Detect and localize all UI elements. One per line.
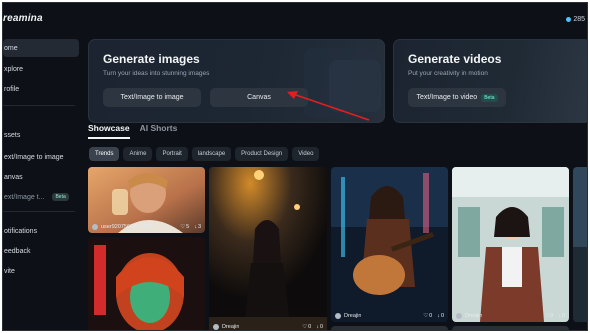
- gallery-item-user: Dreajin: [465, 313, 483, 319]
- generate-images-subtitle: Turn your ideas into stunning images: [103, 70, 210, 77]
- avatar: [456, 313, 462, 319]
- generate-videos-card: Generate videos Put your creativity in m…: [393, 39, 587, 123]
- sidebar-item-text-image-to-video[interactable]: ext/Image t... Beta: [3, 188, 79, 206]
- gallery-item-meta: Dreajin ♡ 0 ↓ 0: [213, 324, 323, 330]
- download-stat[interactable]: ↓ 0: [558, 313, 565, 319]
- download-icon: ↓: [316, 324, 319, 330]
- chip-landscape[interactable]: landscape: [191, 147, 232, 161]
- credit-icon: [566, 17, 572, 22]
- chip-product-design[interactable]: Product Design: [235, 147, 289, 161]
- chip-anime[interactable]: Anime: [123, 147, 153, 161]
- sidebar-item-explore[interactable]: xplore: [3, 60, 79, 78]
- sidebar: ome xplore rofile ssets ext/Image to ima…: [3, 33, 83, 330]
- sidebar-item-canvas[interactable]: anvas: [3, 168, 79, 186]
- gallery-item-meta: Dreajin ♡ 0 ↓ 0: [335, 313, 444, 319]
- sidebar-item-text-image-to-image[interactable]: ext/Image to image: [3, 148, 79, 166]
- app-window: reamina 285 ome xplore rofile ssets ext/…: [2, 2, 588, 331]
- credits-value: 285: [573, 16, 585, 23]
- sidebar-item-label: xplore: [4, 65, 24, 73]
- chip-portrait[interactable]: Portrait: [156, 147, 188, 161]
- heart-icon: ♡: [423, 313, 429, 319]
- generate-images-title: Generate images: [103, 52, 200, 66]
- download-stat[interactable]: ↓ 3: [194, 224, 201, 230]
- sidebar-item-label: ext/Image t...: [4, 193, 45, 201]
- sidebar-item-label: vite: [4, 267, 15, 275]
- sidebar-item-label: ssets: [4, 131, 21, 139]
- heart-icon: ♡: [544, 313, 550, 319]
- sidebar-item-label: anvas: [4, 173, 23, 181]
- download-stat[interactable]: ↓ 0: [437, 313, 444, 319]
- annotation-arrow: [287, 91, 370, 121]
- app-logo[interactable]: reamina: [3, 13, 43, 24]
- gallery-image: [209, 167, 327, 330]
- tab-ai-shorts[interactable]: AI Shorts: [140, 123, 178, 139]
- download-stat[interactable]: ↓ 0: [316, 324, 323, 330]
- heart-icon: ♡: [180, 224, 186, 230]
- like-stat[interactable]: ♡ 0: [302, 324, 311, 330]
- gallery-item[interactable]: [573, 167, 587, 322]
- button-label: Text/Image to video: [416, 94, 478, 101]
- download-count: 0: [561, 313, 565, 319]
- sidebar-divider: [3, 211, 75, 212]
- generate-videos-subtitle: Put your creativity in motion: [408, 70, 488, 77]
- download-icon: ↓: [558, 313, 561, 319]
- sidebar-divider: [3, 105, 75, 106]
- gallery-item-user: Dreajin: [222, 324, 240, 330]
- gallery-item[interactable]: Dreajin ♡ 0 ↓ 0: [331, 167, 448, 322]
- chip-trends[interactable]: Trends: [89, 147, 120, 161]
- gallery-image: [331, 167, 448, 322]
- sidebar-item-label: ome: [4, 44, 18, 52]
- gallery-item[interactable]: [88, 237, 205, 330]
- tab-showcase[interactable]: Showcase: [88, 123, 130, 139]
- gallery-item-user: Dreajin: [344, 313, 362, 319]
- like-count: 0: [429, 313, 433, 319]
- gallery-item[interactable]: Dreajin ♡ 0 ↓ 0: [452, 167, 569, 322]
- generate-videos-title: Generate videos: [408, 52, 502, 66]
- gallery-image: [88, 237, 205, 330]
- text-image-to-image-button[interactable]: Text/Image to image: [103, 88, 201, 107]
- filter-chips: Trends Anime Portrait landscape Product …: [89, 147, 320, 161]
- content-tabs: Showcase AI Shorts: [88, 123, 177, 139]
- like-count: 0: [550, 313, 554, 319]
- gallery-item-meta: user9207560415459 ♡ 5 ↓ 3: [92, 224, 201, 230]
- gallery-item[interactable]: user9207560415459 ♡ 5 ↓ 3: [88, 167, 205, 233]
- beta-badge: Beta: [52, 193, 69, 201]
- sidebar-item-assets[interactable]: ssets: [3, 126, 79, 144]
- sidebar-item-invite[interactable]: vite: [3, 262, 79, 280]
- sidebar-item-feedback[interactable]: eedback: [3, 242, 79, 260]
- avatar: [335, 313, 341, 319]
- download-count: 3: [197, 224, 201, 230]
- sidebar-item-label: rofile: [4, 85, 20, 93]
- gallery-item[interactable]: [452, 326, 569, 330]
- gallery-image: [452, 167, 569, 322]
- sidebar-item-label: eedback: [4, 247, 31, 255]
- gallery-image: [573, 167, 587, 322]
- sidebar-item-notifications[interactable]: otifications: [3, 222, 79, 240]
- heart-icon: ♡: [302, 324, 308, 330]
- avatar: [213, 324, 219, 330]
- like-count: 0: [308, 324, 312, 330]
- download-icon: ↓: [194, 224, 197, 230]
- beta-badge: Beta: [481, 93, 498, 102]
- top-bar: reamina 285: [3, 3, 587, 33]
- text-image-to-video-button[interactable]: Text/Image to video Beta: [408, 88, 506, 107]
- like-stat[interactable]: ♡ 0: [544, 313, 553, 319]
- gallery-item[interactable]: [331, 326, 448, 330]
- avatar: [92, 224, 98, 230]
- like-count: 5: [186, 224, 190, 230]
- download-count: 0: [440, 313, 444, 319]
- sidebar-item-profile[interactable]: rofile: [3, 80, 79, 98]
- credits-counter[interactable]: 285: [566, 16, 585, 23]
- like-stat[interactable]: ♡ 5: [180, 224, 189, 230]
- download-icon: ↓: [437, 313, 440, 319]
- download-count: 0: [319, 324, 323, 330]
- gallery-item-user: user9207560415459: [101, 224, 152, 230]
- gallery-item-meta: Dreajin ♡ 0 ↓ 0: [456, 313, 565, 319]
- sidebar-item-label: otifications: [4, 227, 38, 235]
- gallery-item[interactable]: Dreajin ♡ 0 ↓ 0: [209, 167, 327, 330]
- chip-video[interactable]: Video: [292, 147, 320, 161]
- sidebar-item-label: ext/Image to image: [4, 153, 64, 161]
- sidebar-item-home[interactable]: ome: [3, 39, 79, 57]
- like-stat[interactable]: ♡ 0: [423, 313, 432, 319]
